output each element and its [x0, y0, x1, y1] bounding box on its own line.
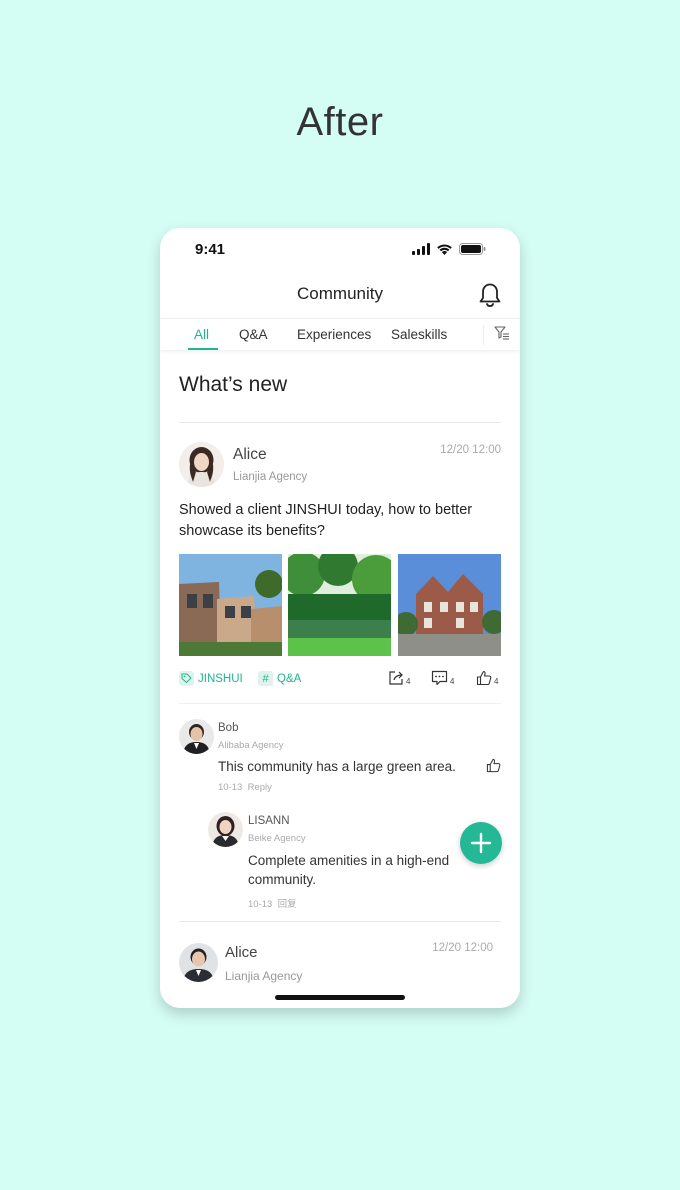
tag-icon [179, 671, 194, 686]
tag-label: JINSHUI [198, 672, 243, 685]
reply-link[interactable]: Reply [248, 782, 272, 793]
post-author-agency: Lianjia Agency [225, 969, 303, 983]
avatar[interactable] [179, 442, 224, 487]
post-photo-2[interactable] [288, 554, 391, 656]
post-author-name[interactable]: Alice [233, 446, 267, 464]
thumbs-up-icon[interactable] [486, 758, 501, 773]
post-photo-1[interactable] [179, 554, 282, 656]
status-time: 9:41 [195, 241, 226, 258]
tab-experiences[interactable]: Experiences [297, 327, 371, 342]
comment-meta: 10-13 Reply [218, 782, 272, 793]
plus-icon [470, 832, 492, 854]
post-photo-3[interactable] [398, 554, 501, 656]
comment-icon [431, 670, 448, 686]
section-title: What’s new [179, 373, 288, 396]
nav-title: Community [297, 284, 383, 303]
post-author-agency: Lianjia Agency [233, 471, 308, 483]
tag-label: Q&A [277, 672, 302, 685]
comment-count: 4 [450, 677, 455, 686]
bell-icon[interactable] [478, 282, 502, 308]
page-heading: After [296, 100, 384, 144]
tab-all[interactable]: All [194, 327, 209, 342]
avatar[interactable] [179, 719, 214, 754]
hash-icon: # [258, 671, 273, 686]
tab-qa[interactable]: Q&A [239, 327, 268, 342]
comment-author-agency: Alibaba Agency [218, 740, 284, 751]
post-text: Showed a client JINSHUI today, how to be… [179, 502, 473, 539]
comment-text: This community has a large green area. [218, 759, 456, 774]
wifi-icon [437, 244, 452, 255]
like-count: 4 [494, 677, 499, 686]
tab-active-indicator [188, 348, 218, 350]
reply-link[interactable]: 回复 [278, 899, 297, 910]
comment-button[interactable]: 4 [431, 670, 454, 686]
comment-author-agency: Beike Agency [248, 833, 306, 844]
divider [179, 422, 501, 423]
divider [179, 921, 501, 922]
post-tag-jinshui[interactable]: JINSHUI [179, 671, 243, 686]
comment-date: 10-13 [218, 782, 243, 793]
comment-text-line-1: Complete amenities in a high-end [248, 853, 450, 868]
post-author-name[interactable]: Alice [225, 944, 258, 961]
comment-text-line-2: community. [248, 872, 317, 887]
share-count: 4 [406, 677, 411, 686]
avatar[interactable] [208, 812, 243, 847]
avatar[interactable] [179, 943, 218, 982]
status-icons [412, 243, 486, 255]
signal-icon [412, 243, 430, 255]
filter-icon [494, 326, 509, 340]
share-icon [389, 671, 403, 685]
thumbs-up-icon [476, 670, 492, 686]
filter-button[interactable] [483, 325, 510, 345]
battery-icon [459, 243, 486, 255]
comment-date: 10-13 [248, 899, 273, 910]
home-indicator [275, 995, 405, 1000]
post-tag-qa[interactable]: # Q&A [258, 671, 301, 686]
like-button[interactable]: 4 [476, 670, 498, 686]
comment-author-name[interactable]: Bob [218, 722, 238, 734]
status-bar: 9:41 [160, 228, 520, 272]
post-date: 12/20 12:00 [440, 444, 501, 456]
comment-author-name[interactable]: LISANN [248, 815, 290, 827]
tab-bar: All Q&A Experiences Saleskills [160, 318, 520, 350]
divider [179, 703, 501, 704]
post-date: 12/20 12:00 [432, 942, 493, 954]
tab-saleskills[interactable]: Saleskills [391, 327, 447, 342]
comment-meta: 10-13 回复 [248, 896, 297, 910]
add-post-button[interactable] [460, 822, 502, 864]
share-button[interactable]: 4 [388, 670, 410, 686]
phone-frame: 9:41 Community All Q&A Experiences Sales… [160, 228, 520, 1008]
